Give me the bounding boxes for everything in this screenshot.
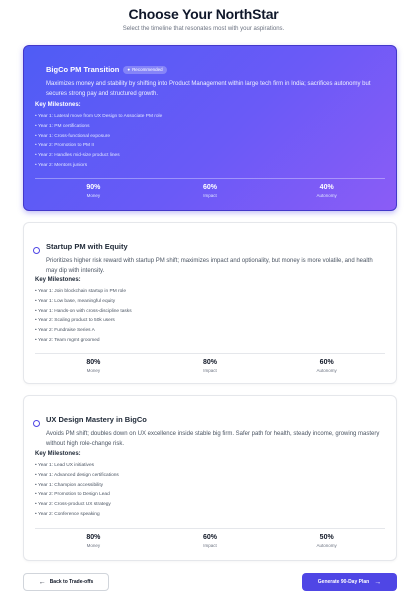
milestone-item: • Year 2: Cross-product UX strategy — [35, 502, 111, 508]
milestones-heading: Key Milestones: — [35, 277, 81, 283]
milestone-item: • Year 2: Team mgmt groomed — [35, 337, 100, 343]
milestone-item: • Year 1: Champion accessibility — [35, 482, 104, 488]
milestone-item: • Year 1: PM certifications — [35, 123, 90, 129]
milestone-item: • Year 2: Promotion to PM II — [35, 143, 95, 149]
card-title-text: BigCo PM Transition — [46, 65, 120, 74]
timeline-card-ux-mastery[interactable]: UX Design Mastery in BigCo Avoids PM shi… — [23, 395, 397, 561]
milestone-item: • Year 1: Advanced design certifications — [35, 472, 119, 478]
radio-button[interactable] — [33, 420, 40, 427]
milestones-heading: Key Milestones: — [35, 102, 81, 108]
page-title: Choose Your NorthStar — [128, 6, 279, 22]
milestones-list: • Year 1: Lead UX initiatives • Year 1: … — [35, 461, 384, 520]
metric-impact: 80% Impact — [152, 359, 269, 373]
metric-value: 40% — [319, 184, 334, 191]
card-description: Avoids PM shift; doubles down on UX exce… — [46, 431, 380, 447]
milestones: Key Milestones: • Year 1: Join blockchai… — [35, 277, 384, 346]
recommended-badge: ● Recommended — [123, 65, 167, 74]
card-title: Startup PM with Equity — [46, 242, 128, 251]
metric-label: Autonomy — [316, 543, 337, 548]
metrics-row: 80% Money 80% Impact 60% Autonomy — [35, 359, 385, 373]
milestone-item: • Year 1: Cross-functional exposure — [35, 133, 111, 139]
card-description: Prioritizes higher risk reward with star… — [46, 258, 373, 274]
metric-money: 90% Money — [35, 184, 152, 198]
card-title-text: UX Design Mastery in BigCo — [46, 415, 147, 424]
milestone-item: • Year 2: Conference speaking — [35, 511, 100, 517]
metric-value: 80% — [86, 359, 101, 366]
divider — [35, 353, 385, 354]
metric-value: 60% — [203, 534, 218, 541]
metric-value: 90% — [86, 184, 101, 191]
page-subtitle: Select the timeline that resonates most … — [122, 26, 285, 32]
generate-plan-button[interactable]: Generate 90-Day Plan → — [302, 573, 397, 591]
timeline-card-startup-pm[interactable]: Startup PM with Equity Prioritizes highe… — [23, 222, 397, 384]
metric-impact: 60% Impact — [152, 184, 269, 198]
milestones-list: • Year 1: Lateral move from UX Design to… — [35, 112, 384, 171]
metric-label: Impact — [203, 368, 217, 373]
metric-value: 80% — [203, 359, 218, 366]
metric-value: 50% — [319, 534, 334, 541]
metric-value: 60% — [203, 184, 218, 191]
milestone-item: • Year 2: Promotion to Design Lead — [35, 492, 110, 498]
milestone-item: • Year 1: Hands-on with cross-discipline… — [35, 308, 132, 314]
card-title-text: Startup PM with Equity — [46, 242, 128, 251]
milestone-item: • Year 2: Handles mid-size product lines — [35, 153, 120, 159]
divider — [35, 528, 385, 529]
metric-value: 60% — [319, 359, 334, 366]
milestone-item: • Year 1: Join blockchain startup in PM … — [35, 289, 127, 294]
metric-label: Money — [86, 368, 101, 373]
metric-money: 80% Money — [35, 534, 152, 548]
badge-label: Recommended — [132, 67, 163, 72]
card-description: Maximizes money and stability by shiftin… — [46, 81, 371, 97]
metric-label: Impact — [203, 193, 217, 198]
metric-autonomy: 50% Autonomy — [268, 534, 385, 548]
star-icon: ● — [127, 67, 131, 72]
card-title: BigCo PM Transition ● Recommended — [46, 65, 167, 74]
metric-label: Autonomy — [316, 193, 337, 198]
metrics-row: 90% Money 60% Impact 40% Autonomy — [35, 184, 385, 198]
milestone-item: • Year 2: Fundraise Series A — [35, 328, 95, 334]
milestones: Key Milestones: • Year 1: Lead UX initia… — [35, 451, 384, 520]
metric-autonomy: 40% Autonomy — [268, 184, 385, 198]
milestone-item: • Year 2: Scaling product to 50k users — [35, 318, 115, 324]
metrics-row: 80% Money 60% Impact 50% Autonomy — [35, 534, 385, 548]
milestones-list: • Year 1: Join blockchain startup in PM … — [35, 287, 384, 346]
metric-value: 80% — [86, 534, 101, 541]
page-header: Choose Your NorthStar Select the timelin… — [0, 0, 407, 32]
milestones-heading: Key Milestones: — [35, 451, 81, 457]
milestone-item: • Year 1: Low base, meaningful equity — [35, 298, 116, 304]
radio-button[interactable] — [33, 247, 40, 254]
divider — [35, 178, 385, 179]
metric-money: 80% Money — [35, 359, 152, 373]
metric-impact: 60% Impact — [152, 534, 269, 548]
timeline-card-bigco-pm[interactable]: BigCo PM Transition ● Recommended Maximi… — [23, 45, 397, 211]
milestones: Key Milestones: • Year 1: Lateral move f… — [35, 102, 384, 171]
footer-actions: ← Back to Trade-offs Generate 90-Day Pla… — [23, 573, 397, 593]
milestone-item: • Year 1: Lead UX initiatives — [35, 463, 95, 468]
generate-plan-label: Generate 90-Day Plan — [317, 579, 370, 585]
metric-label: Impact — [203, 543, 217, 548]
metric-label: Money — [86, 193, 101, 198]
metric-label: Money — [86, 543, 101, 548]
back-button-label: Back to Trade-offs — [49, 579, 94, 585]
milestone-item: • Year 2: Mentors juniors — [35, 162, 88, 168]
arrow-right-icon: → — [374, 578, 382, 586]
metric-label: Autonomy — [316, 368, 337, 373]
back-button[interactable]: ← Back to Trade-offs — [23, 573, 109, 591]
arrow-left-icon: ← — [38, 578, 46, 586]
milestone-item: • Year 1: Lateral move from UX Design to… — [35, 114, 163, 119]
metric-autonomy: 60% Autonomy — [268, 359, 385, 373]
card-title: UX Design Mastery in BigCo — [46, 415, 147, 424]
